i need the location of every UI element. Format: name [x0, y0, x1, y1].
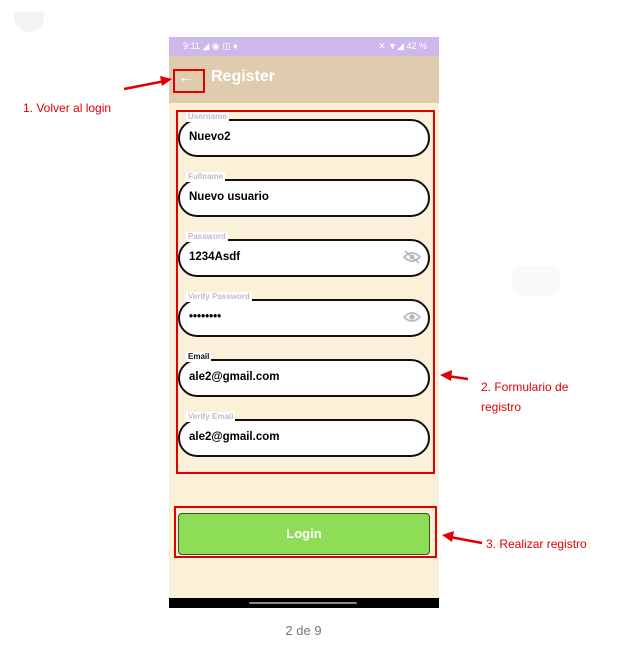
annotation-arrows	[123, 76, 483, 545]
annotation-3: 3. Realizar registro	[486, 537, 587, 551]
annotation-1: 1. Volver al login	[23, 101, 112, 115]
arrow-head-3	[442, 531, 454, 542]
arrow-head-2	[440, 370, 452, 381]
annotation-2-line1: 2. Formulario de	[481, 380, 569, 394]
arrow-head-1	[160, 76, 172, 86]
arrow-line-1	[123, 79, 166, 91]
annotation-2-line2: registro	[481, 400, 522, 414]
page-counter: 2 de 9	[285, 623, 322, 638]
arrow-line-3	[449, 535, 483, 545]
